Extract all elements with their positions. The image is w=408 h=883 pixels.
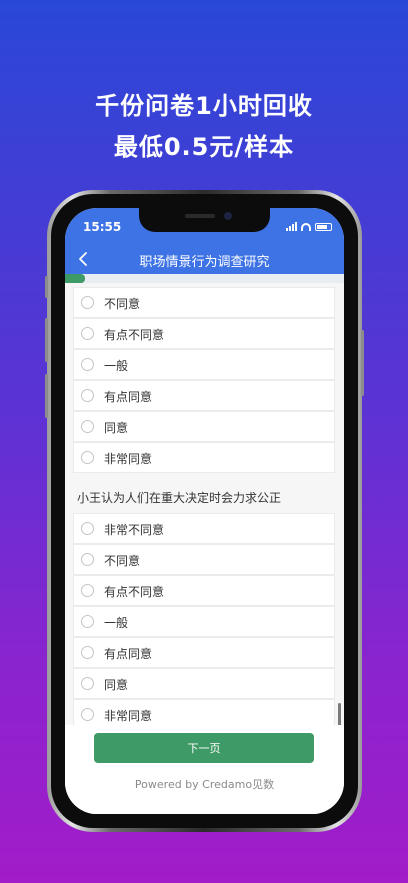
q2-option-somewhat-agree[interactable]: 有点同意 (73, 637, 335, 668)
radio-circle[interactable] (81, 296, 94, 309)
option-label: 不同意 (104, 554, 141, 568)
q1-option-neutral[interactable]: 一般 (73, 349, 335, 380)
wifi-icon (301, 223, 311, 231)
radio-circle[interactable] (81, 615, 94, 628)
next-page-button[interactable]: 下一页 (94, 733, 314, 763)
status-icons (286, 221, 332, 231)
radio-circle[interactable] (81, 451, 94, 464)
option-label: 同意 (104, 678, 129, 692)
option-label: 有点不同意 (104, 328, 165, 342)
option-label: 同意 (104, 421, 129, 435)
power-button (361, 330, 364, 396)
q1-option-somewhat-disagree[interactable]: 有点不同意 (73, 318, 335, 349)
option-label: 非常同意 (104, 452, 153, 466)
q1-option-strongly-agree[interactable]: 非常同意 (73, 442, 335, 473)
radio-circle[interactable] (81, 327, 94, 340)
q2-option-strongly-disagree[interactable]: 非常不同意 (73, 513, 335, 544)
promo-headline-line1: 千份问卷1小时回收 (95, 92, 313, 120)
option-label: 不同意 (104, 297, 141, 311)
radio-circle[interactable] (81, 358, 94, 371)
signal-icon (286, 222, 297, 231)
q2-option-somewhat-disagree[interactable]: 有点不同意 (73, 575, 335, 606)
volume-up-button (45, 318, 48, 362)
q2-option-agree[interactable]: 同意 (73, 668, 335, 699)
option-label: 有点同意 (104, 647, 153, 661)
radio-circle[interactable] (81, 708, 94, 721)
status-time: 15:55 (83, 220, 122, 234)
option-label: 一般 (104, 616, 129, 630)
powered-by-text: Powered by Credamo见数 (134, 778, 275, 791)
q2-option-neutral[interactable]: 一般 (73, 606, 335, 637)
question-2-text: 小王认为人们在重大决定时会力求公正 (77, 491, 282, 505)
radio-circle[interactable] (81, 553, 94, 566)
volume-down-button (45, 374, 48, 418)
radio-circle[interactable] (81, 677, 94, 690)
mute-switch (45, 276, 48, 298)
promo-headline-line2: 最低0.5元/样本 (113, 133, 295, 161)
q1-option-disagree[interactable]: 不同意 (73, 287, 335, 318)
q1-option-agree[interactable]: 同意 (73, 411, 335, 442)
battery-icon (315, 223, 332, 231)
q1-option-somewhat-agree[interactable]: 有点同意 (73, 380, 335, 411)
speaker-grille (185, 214, 215, 218)
progress-bar (65, 274, 344, 283)
radio-circle[interactable] (81, 389, 94, 402)
radio-circle[interactable] (81, 420, 94, 433)
option-label: 非常同意 (104, 709, 153, 723)
page-title: 职场情景行为调查研究 (139, 255, 270, 270)
phone-screen: 15:55 职场情景行为调查研究 不同意 有点不同意 一般 有点同意 同意 非常… (65, 208, 344, 814)
survey-footer: 下一页 Powered by Credamo见数 (65, 725, 344, 814)
phone-notch (139, 208, 270, 232)
radio-circle[interactable] (81, 522, 94, 535)
progress-fill (65, 274, 85, 283)
option-label: 有点同意 (104, 390, 153, 404)
option-label: 有点不同意 (104, 585, 165, 599)
radio-circle[interactable] (81, 584, 94, 597)
camera-icon (224, 212, 232, 220)
q2-option-disagree[interactable]: 不同意 (73, 544, 335, 575)
option-label: 非常不同意 (104, 523, 165, 537)
radio-circle[interactable] (81, 646, 94, 659)
option-label: 一般 (104, 359, 129, 373)
